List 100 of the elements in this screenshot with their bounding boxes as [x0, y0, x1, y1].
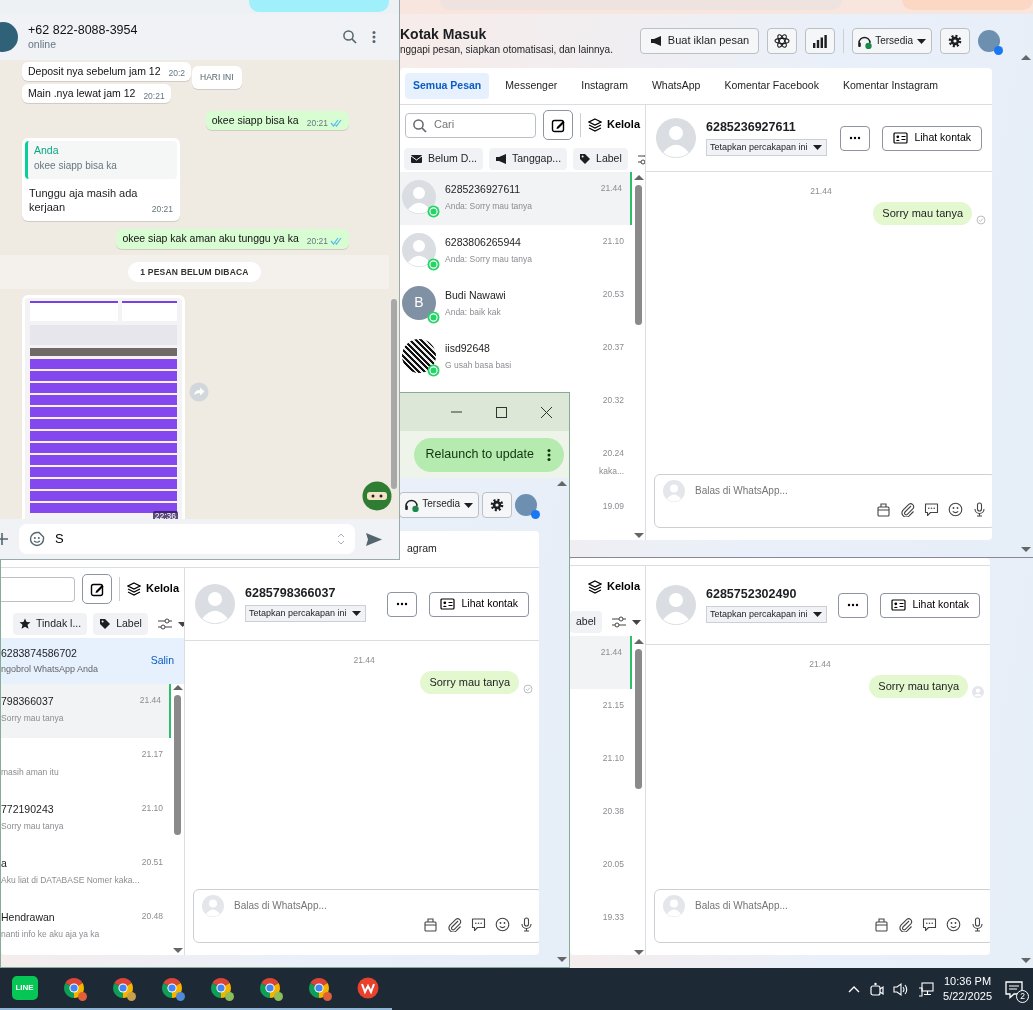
scroll-up-icon[interactable]	[633, 638, 644, 645]
scroll-down-icon[interactable]	[1021, 957, 1031, 964]
channel-tab[interactable]: Messenger	[497, 73, 566, 99]
compose-button[interactable]	[82, 574, 112, 604]
channel-tab[interactable]: Instagram	[573, 73, 636, 99]
channel-tab[interactable]: agram	[399, 536, 445, 562]
settings-button[interactable]	[482, 491, 513, 518]
bag-icon[interactable]	[874, 917, 889, 932]
conversation-item[interactable]: 20.38	[570, 795, 632, 848]
attach-icon[interactable]	[900, 502, 915, 517]
conversation-item[interactable]: iisd92648 20.37 G usah basa basi	[400, 331, 632, 384]
camera-icon[interactable]	[869, 982, 885, 996]
conversation-item[interactable]: 20.05	[570, 848, 632, 901]
create-ad-button[interactable]: Buat iklan pesan	[639, 28, 760, 54]
scroll-up-icon[interactable]	[1021, 54, 1031, 61]
mic-icon[interactable]	[970, 917, 985, 932]
speech-bubble-icon[interactable]	[471, 917, 487, 932]
channel-tab[interactable]: Komentar Facebook	[716, 73, 827, 99]
channel-tab[interactable]: Komentar Instagram	[834, 73, 947, 99]
manage-button[interactable]: Kelola	[127, 582, 179, 596]
conversation-item[interactable]: 20.24 kaka...	[568, 437, 632, 490]
search-field[interactable]	[1, 576, 75, 602]
scroll-up-icon[interactable]	[557, 480, 567, 487]
channel-tab[interactable]: WhatsApp	[643, 73, 709, 99]
search-field[interactable]: Cari	[405, 112, 536, 138]
sticker-icon[interactable]	[29, 531, 45, 547]
manage-button[interactable]: Kelola	[588, 580, 640, 594]
scroll-up-icon[interactable]	[633, 174, 644, 181]
conversation-item[interactable]: 772190243 21.10 Sorry mau tanya	[1, 792, 171, 846]
manage-button[interactable]: Kelola	[588, 118, 640, 132]
view-contact-button[interactable]: Lihat kontak	[429, 591, 530, 617]
assign-dropdown[interactable]: Tetapkan percakapan ini	[245, 604, 366, 622]
scrollbar-thumb[interactable]	[635, 185, 642, 325]
conversation-item[interactable]: 798366037 21.44 Sorry mau tanya	[1, 684, 171, 738]
speech-bubble-icon[interactable]	[924, 502, 939, 517]
scroll-down-icon[interactable]	[1021, 546, 1031, 553]
settings-button[interactable]	[940, 28, 970, 54]
reply-input[interactable]: Balas di WhatsApp...	[693, 898, 985, 914]
scrollbar-thumb[interactable]	[635, 649, 642, 789]
conversation-item[interactable]: 6283806265944 21.10 Anda: Sorry mau tanya	[400, 225, 632, 278]
scroll-down-icon[interactable]	[633, 532, 644, 539]
attach-icon[interactable]	[898, 917, 913, 932]
conversation-item[interactable]: 19.33	[570, 901, 632, 954]
notifications-button[interactable]: 2	[1001, 976, 1027, 1002]
view-contact-button[interactable]: Lihat kontak	[882, 125, 982, 151]
emoji-icon[interactable]	[948, 502, 963, 517]
filter-chip[interactable]: Label	[93, 613, 148, 635]
mic-icon[interactable]	[519, 917, 535, 932]
filter-chip[interactable]: abel	[570, 611, 602, 633]
scrollbar-thumb[interactable]	[174, 695, 181, 835]
relaunch-button[interactable]: Relaunch to update	[413, 437, 564, 472]
scrollbar-thumb[interactable]	[391, 298, 397, 489]
channel-tab[interactable]: Semua Pesan	[405, 73, 490, 99]
mic-icon[interactable]	[972, 502, 987, 517]
copy-link[interactable]: Salin	[150, 654, 174, 668]
more-button[interactable]	[840, 125, 871, 151]
emoji-icon[interactable]	[946, 917, 961, 932]
speech-bubble-icon[interactable]	[922, 917, 937, 932]
reply-input[interactable]: Balas di WhatsApp...	[232, 898, 535, 914]
more-button[interactable]	[838, 592, 869, 618]
bag-icon[interactable]	[876, 502, 891, 517]
emoji-icon[interactable]	[495, 917, 511, 932]
assign-dropdown[interactable]: Tetapkan percakapan ini	[706, 605, 827, 623]
conversation-item[interactable]: 21.17 masih aman itu	[1, 738, 171, 792]
network-icon[interactable]	[918, 981, 935, 997]
conversation-item[interactable]: 21.15	[570, 689, 632, 742]
conversation-item[interactable]: B Budi Nawawi 20.53 Anda: baik kak	[400, 278, 632, 331]
conversation-item[interactable]: 21.10	[570, 742, 632, 795]
conversation-item[interactable]: 20.32	[568, 384, 632, 437]
clock-date[interactable]: 5/22/2025	[943, 989, 992, 1004]
atom-button[interactable]	[767, 28, 798, 54]
tray-expand-icon[interactable]	[848, 984, 861, 994]
profile-photo[interactable]	[978, 30, 1000, 52]
filter-chip[interactable]: Belum D...	[404, 147, 483, 170]
message-field[interactable]: S	[19, 524, 355, 554]
conversation-item[interactable]: a 20.51 Aku liat di DATABASE Nomer kaka...	[1, 846, 171, 900]
view-contact-button[interactable]: Lihat kontak	[880, 592, 980, 618]
filter-chip[interactable]: Label	[573, 147, 628, 170]
filter-chip[interactable]: Tindak l...	[13, 613, 88, 635]
scroll-down-icon[interactable]	[633, 949, 644, 955]
search-icon[interactable]	[342, 29, 357, 45]
scroll-down-icon[interactable]	[557, 956, 567, 963]
scroll-down-icon[interactable]	[172, 947, 183, 954]
clock-time[interactable]: 10:36 PM	[943, 974, 992, 989]
reply-input[interactable]: Balas di WhatsApp...	[693, 483, 987, 499]
chart-button[interactable]	[805, 28, 836, 54]
profile-photo[interactable]	[515, 493, 538, 516]
bag-icon[interactable]	[423, 917, 439, 932]
search-input[interactable]: Cari	[432, 117, 522, 133]
filter-chip[interactable]: Tanggap...	[489, 147, 568, 170]
conversation-item[interactable]: 6285236927611 21.44 Anda: Sorry mau tanya	[400, 172, 632, 225]
compose-button[interactable]	[543, 110, 573, 140]
volume-icon[interactable]	[893, 981, 910, 997]
status-dropdown[interactable]: Tersedia	[852, 28, 932, 54]
send-icon[interactable]	[365, 530, 383, 548]
assign-dropdown[interactable]: Tetapkan percakapan ini	[706, 138, 827, 156]
attach-icon[interactable]	[447, 917, 463, 932]
status-dropdown[interactable]: Tersedia	[399, 491, 480, 518]
conversation-item[interactable]: Hendrawan 20.48 nanti info ke aku aja ya ka	[1, 900, 171, 954]
conversation-item[interactable]: 19.09	[568, 490, 632, 540]
